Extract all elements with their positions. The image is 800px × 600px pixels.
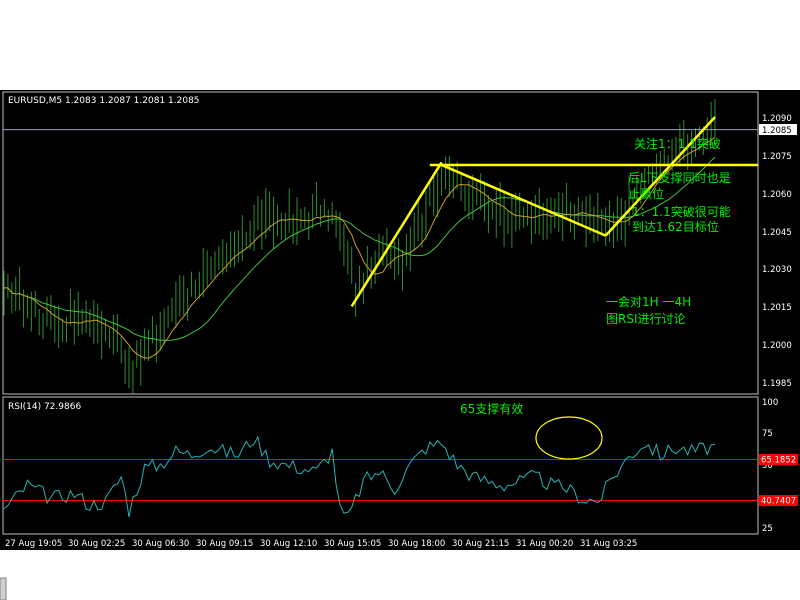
note-discussion-line1: 一会对1H 一4H bbox=[606, 295, 691, 309]
note-target-line1: 1：1.1突破很可能 bbox=[632, 204, 731, 219]
price-tick: 1.2015 bbox=[762, 303, 792, 313]
price-tick: 1.2090 bbox=[762, 114, 792, 124]
note-target-line2: 到达1.62目标位 bbox=[632, 219, 719, 234]
note-discussion-line2: 图RSI进行讨论 bbox=[606, 312, 686, 326]
time-tick: 30 Aug 18:00 bbox=[388, 539, 445, 549]
price-tick: 1.2000 bbox=[762, 341, 792, 351]
time-tick: 30 Aug 06:30 bbox=[132, 539, 189, 549]
current-price-label: 1.2085 bbox=[762, 126, 792, 136]
bottom-scroll-area bbox=[0, 550, 800, 600]
time-tick: 31 Aug 03:25 bbox=[580, 539, 637, 549]
note-support-line1: 后L下支撑同时也是 bbox=[628, 170, 731, 185]
rsi-level-high-label: 65.1852 bbox=[761, 455, 796, 465]
chart-canvas: EURUSD,M5 1.2083 1.2087 1.2081 1.2085 1.… bbox=[0, 0, 800, 600]
price-panel-header: EURUSD,M5 1.2083 1.2087 1.2081 1.2085 bbox=[8, 96, 200, 106]
rsi-panel-header: RSI(14) 72.9866 bbox=[8, 402, 81, 412]
price-tick: 1.2045 bbox=[762, 228, 792, 238]
price-tick: 1.1985 bbox=[762, 379, 792, 389]
top-blank-area bbox=[0, 0, 800, 90]
time-tick: 30 Aug 15:05 bbox=[324, 539, 381, 549]
scroll-handle[interactable] bbox=[0, 577, 7, 600]
time-tick: 30 Aug 21:15 bbox=[452, 539, 509, 549]
rsi-note: 65支撑有效 bbox=[460, 401, 523, 416]
price-tick: 1.2075 bbox=[762, 152, 792, 162]
price-tick: 1.2030 bbox=[762, 265, 792, 275]
time-tick: 31 Aug 00:20 bbox=[516, 539, 573, 549]
rsi-tick: 100 bbox=[762, 398, 778, 408]
rsi-level-low-label: 40.7407 bbox=[761, 497, 796, 507]
time-tick: 30 Aug 12:10 bbox=[260, 539, 317, 549]
rsi-tick: 25 bbox=[762, 524, 773, 534]
time-tick: 27 Aug 19:05 bbox=[5, 539, 62, 549]
time-tick: 30 Aug 09:15 bbox=[196, 539, 253, 549]
note-support-line2: 止赢位 bbox=[628, 186, 664, 201]
rsi-tick: 75 bbox=[762, 429, 773, 439]
time-tick: 30 Aug 02:25 bbox=[68, 539, 125, 549]
price-tick: 1.2060 bbox=[762, 190, 792, 200]
note-breakout: 关注1：1.1突破 bbox=[634, 136, 721, 151]
